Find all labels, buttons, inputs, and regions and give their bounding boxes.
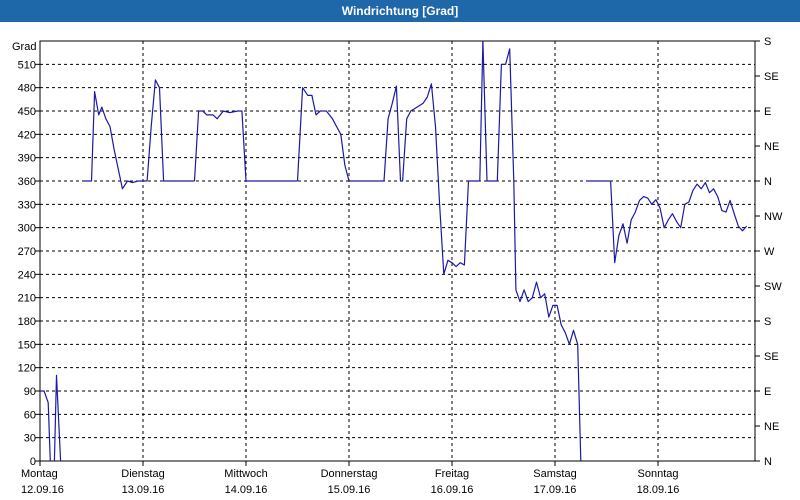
right-tick-label: NE <box>764 141 779 153</box>
y-tick-label: 270 <box>18 246 36 258</box>
x-tick-day: Sonntag <box>638 468 679 480</box>
y-tick-label: 180 <box>18 316 36 328</box>
left-axis-ticks: 0 30 60 90 120 150 180 210 240 270 300 330 360 390 420… <box>18 59 40 468</box>
x-tick-date: 14.09.16 <box>225 484 268 496</box>
right-tick-label: N <box>764 176 772 188</box>
right-tick-label: NE <box>764 421 779 433</box>
y-axis-label: Grad <box>12 41 36 53</box>
x-tick-date: 18.09.16 <box>637 484 680 496</box>
window-title: Windrichtung [Grad] <box>341 4 459 18</box>
right-tick-label: SW <box>764 281 782 293</box>
right-axis-ticks: N NE E SE S SW W NW N NE E SE S <box>755 36 783 468</box>
y-tick-label: 210 <box>18 293 36 305</box>
window-titlebar: Windrichtung [Grad] <box>0 0 800 22</box>
y-tick-label: 0 <box>30 456 36 468</box>
x-tick-day: Mittwoch <box>224 468 267 480</box>
right-tick-label: E <box>764 106 771 118</box>
y-tick-label: 60 <box>24 409 36 421</box>
x-tick-date: 13.09.16 <box>122 484 165 496</box>
y-tick-label: 150 <box>18 339 36 351</box>
y-tick-label: 300 <box>18 223 36 235</box>
x-tick-date: 17.09.16 <box>534 484 577 496</box>
wind-direction-chart: 0 30 60 90 120 150 180 210 240 270 300 330 360 390 420… <box>12 36 783 496</box>
y-tick-label: 330 <box>18 199 36 211</box>
x-tick-date: 16.09.16 <box>431 484 474 496</box>
x-tick-date: 15.09.16 <box>328 484 371 496</box>
x-tick-date: 12.09.16 <box>21 484 64 496</box>
right-tick-label: S <box>764 316 771 328</box>
y-tick-label: 480 <box>18 83 36 95</box>
right-tick-label: W <box>764 246 775 258</box>
x-tick-day: Samstag <box>533 468 576 480</box>
y-tick-label: 120 <box>18 363 36 375</box>
y-tick-label: 390 <box>18 153 36 165</box>
x-tick-day: Freitag <box>435 468 469 480</box>
y-tick-label: 30 <box>24 433 36 445</box>
x-tick-day: Dienstag <box>121 468 164 480</box>
y-tick-label: 240 <box>18 269 36 281</box>
y-tick-label: 450 <box>18 106 36 118</box>
right-tick-label: SE <box>764 71 779 83</box>
right-tick-label: N <box>764 456 772 468</box>
right-tick-label: NW <box>764 211 783 223</box>
x-tick-day: Donnerstag <box>321 468 378 480</box>
y-tick-label: 510 <box>18 59 36 71</box>
y-tick-label: 90 <box>24 386 36 398</box>
y-tick-label: 360 <box>18 176 36 188</box>
right-tick-label: SE <box>764 351 779 363</box>
x-axis-ticks: Montag 12.09.16 Dienstag 13.09.16 Mittwoch 14… <box>21 461 679 496</box>
x-tick-day: Montag <box>21 468 58 480</box>
right-tick-label: E <box>764 386 771 398</box>
y-tick-label: 420 <box>18 129 36 141</box>
right-tick-label: S <box>764 36 771 48</box>
